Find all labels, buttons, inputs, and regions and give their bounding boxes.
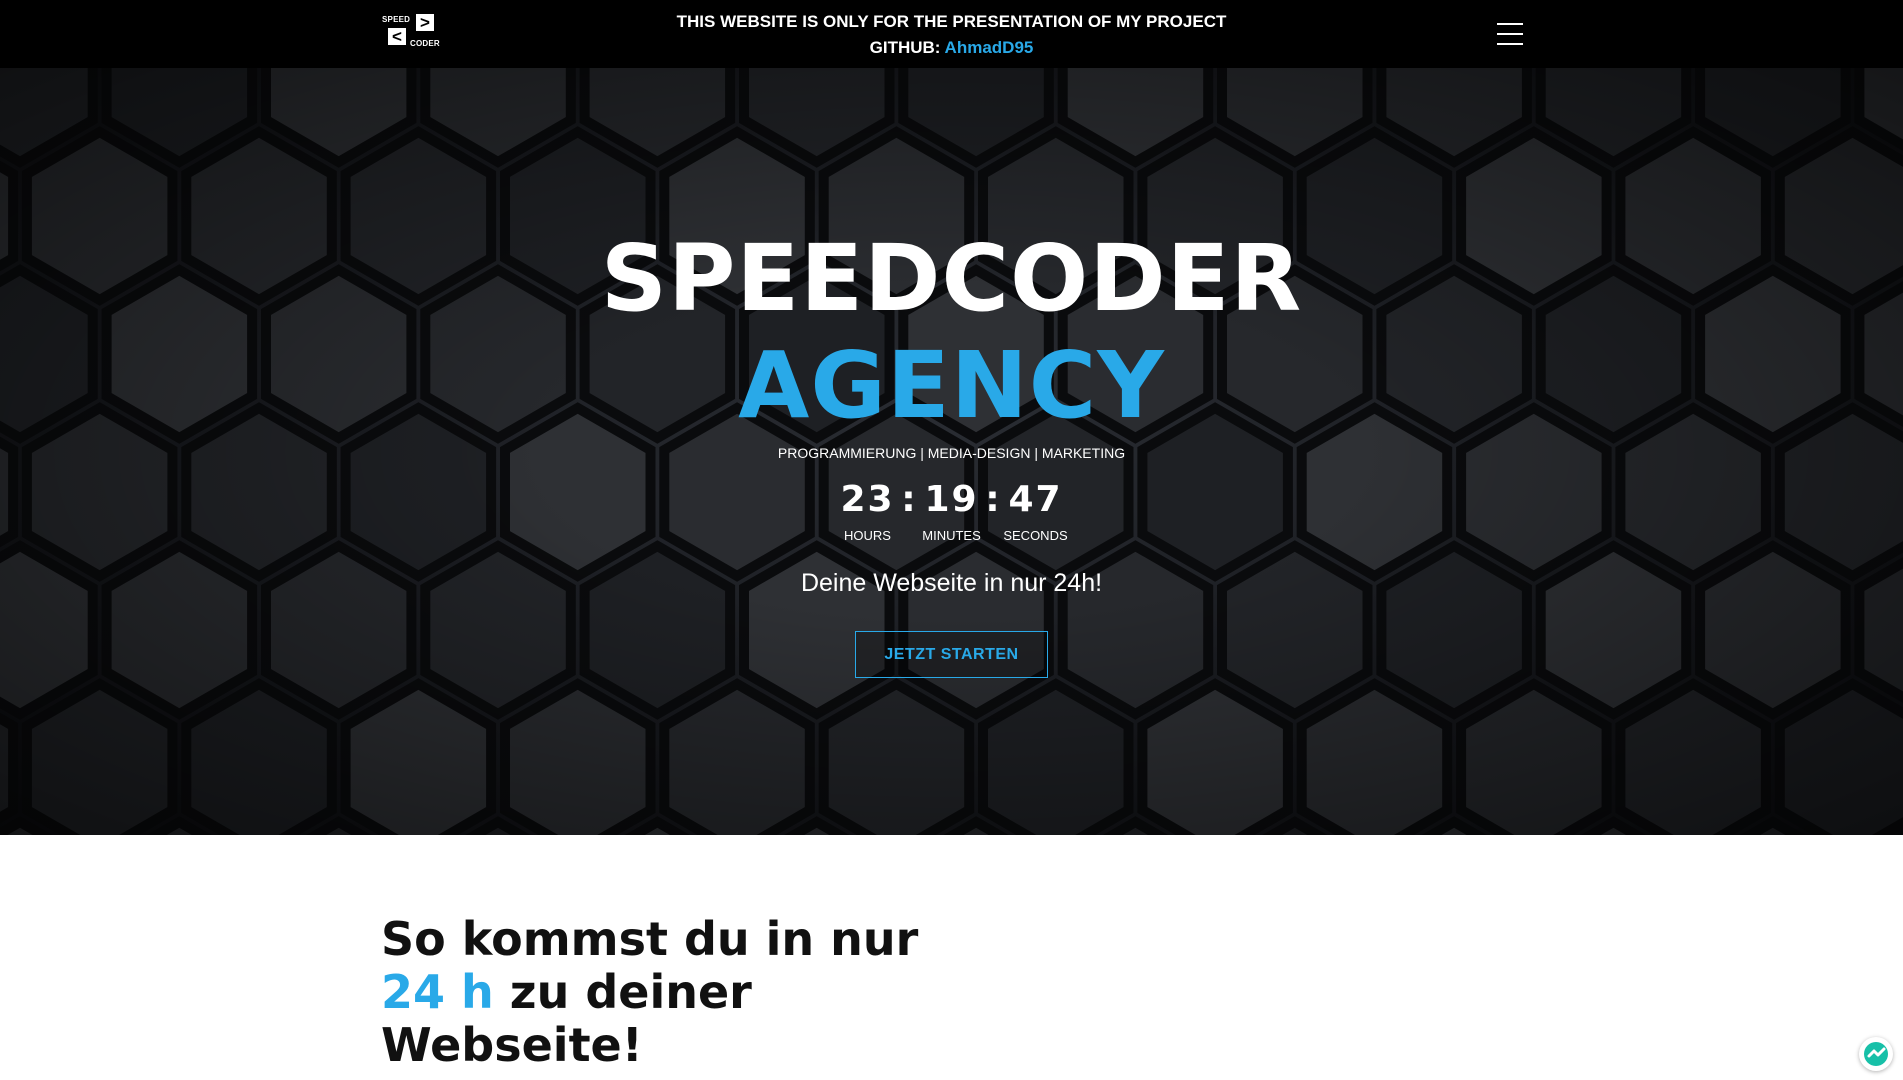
logo-word-bottom: CODER (410, 39, 440, 48)
heading-part1: So kommst du in nur (381, 912, 919, 966)
countdown-numbers: 23:19:47 (0, 478, 1903, 522)
hero-tagline: Deine Webseite in nur 24h! (800, 569, 1103, 597)
speedcoder-logo[interactable]: SPEED > < CODER (382, 14, 448, 50)
section-heading: So kommst du in nur 24 h zu deiner Webse… (381, 913, 981, 1072)
countdown-minutes: 19 (924, 479, 979, 520)
chat-widget-glyph (1864, 1042, 1888, 1066)
services-subtitle: PROGRAMMIERUNG | MEDIA-DESIGN | MARKETIN… (777, 445, 1126, 461)
seconds-label: SECONDS (1003, 528, 1068, 543)
hours-label: HOURS (844, 528, 891, 543)
heading-part2: zu deiner (509, 965, 752, 1019)
countdown-seconds: 47 (1008, 479, 1063, 520)
minutes-label: MINUTES (922, 528, 981, 543)
hamburger-icon[interactable] (1497, 23, 1523, 45)
notice-line: THIS WEBSITE IS ONLY FOR THE PRESENTATIO… (676, 12, 1227, 31)
project-notice: THIS WEBSITE IS ONLY FOR THE PRESENTATIO… (600, 9, 1303, 61)
github-user-link[interactable]: AhmadD95 (945, 38, 1034, 57)
github-line: GITHUB: AhmadD95 (600, 35, 1303, 61)
logo-glyph-right: > (416, 14, 434, 31)
logo-word-top: SPEED (382, 15, 411, 24)
hero-title-line1: SPEEDCODER (600, 225, 1303, 332)
countdown-separator: : (985, 479, 1002, 520)
logo-glyph-left: < (388, 28, 406, 45)
hero-title-line2: AGENCY (738, 332, 1165, 439)
chat-widget-icon[interactable] (1859, 1037, 1893, 1071)
jetzt-starten-button[interactable]: JETZT STARTEN (855, 631, 1048, 678)
countdown-separator: : (901, 479, 918, 520)
top-navigation-bar: SPEED > < CODER THIS WEBSITE IS ONLY FOR… (0, 0, 1903, 68)
heading-accent: 24 h (381, 965, 494, 1019)
countdown-labels: HOURS MINUTES SECONDS (0, 528, 1903, 543)
hero-section: SPEEDCODER AGENCY PROGRAMMIERUNG | MEDIA… (0, 68, 1903, 835)
github-label: GITHUB: (869, 38, 941, 57)
heading-part3: Webseite! (381, 1018, 643, 1072)
countdown-timer: 23:19:47 HOURS MINUTES SECONDS (0, 478, 1903, 543)
countdown-hours: 23 (840, 479, 895, 520)
